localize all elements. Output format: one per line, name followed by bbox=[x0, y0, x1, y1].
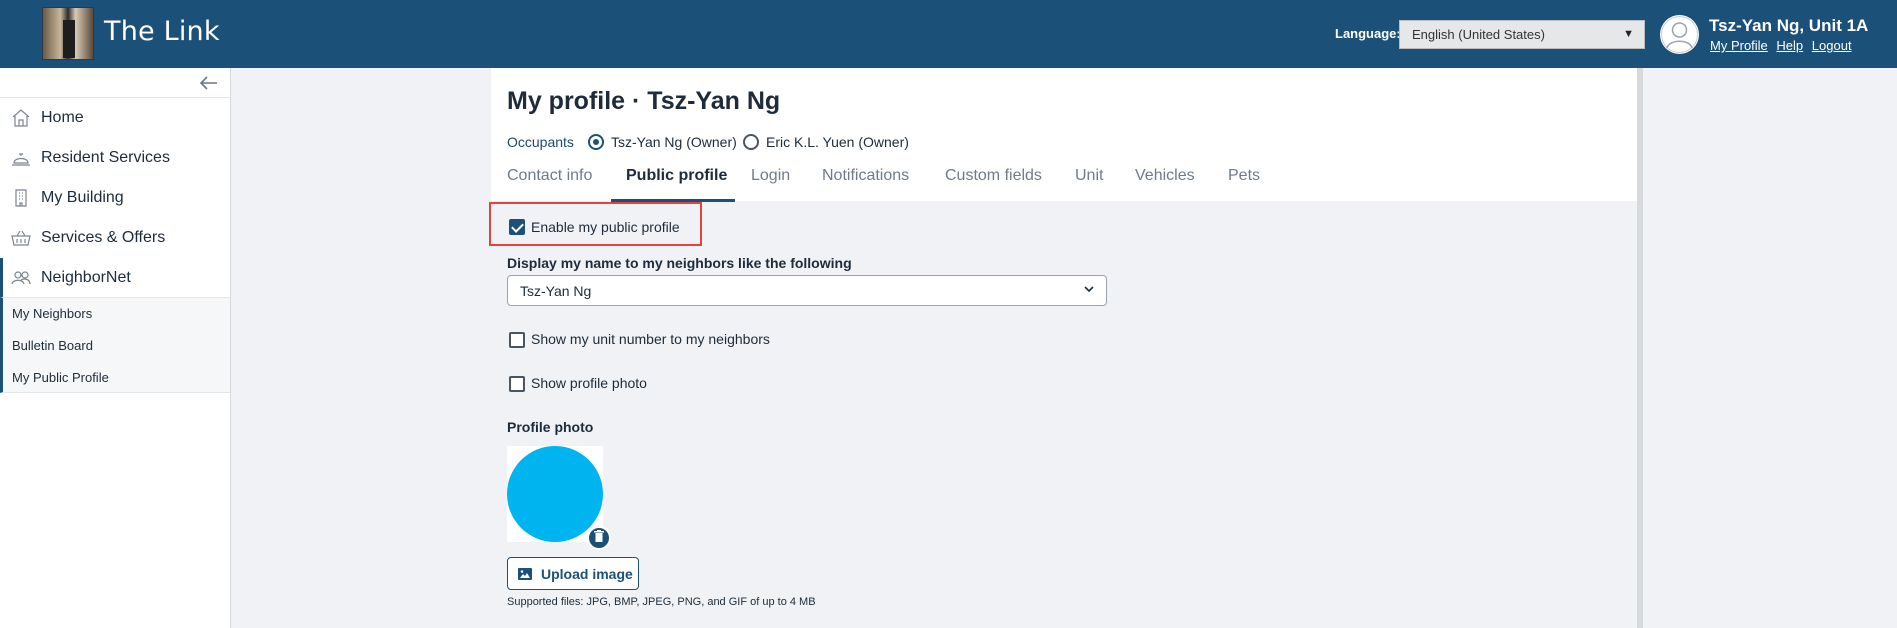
occupant-radio-tsz-yan[interactable] bbox=[588, 134, 604, 150]
submenu-item-my-public-profile[interactable]: My Public Profile bbox=[12, 370, 109, 385]
neighbornet-submenu: My Neighbors Bulletin Board My Public Pr… bbox=[0, 297, 230, 393]
help-link[interactable]: Help bbox=[1776, 38, 1803, 53]
sidebar: Home Resident Services My Building Servi… bbox=[0, 68, 231, 628]
show-photo-label[interactable]: Show profile photo bbox=[531, 375, 647, 391]
occupants-label: Occupants bbox=[507, 134, 574, 150]
language-value: English (United States) bbox=[1412, 27, 1545, 42]
sidebar-item-label: Services & Offers bbox=[41, 229, 166, 246]
sidebar-item-my-building[interactable]: My Building bbox=[0, 178, 230, 218]
top-header: The Link Language: English (United State… bbox=[0, 0, 1897, 68]
tab-unit[interactable]: Unit bbox=[1075, 167, 1103, 185]
sidebar-item-label: Home bbox=[41, 109, 84, 126]
chevron-down-icon bbox=[1082, 282, 1096, 299]
language-select[interactable]: English (United States) ▼ bbox=[1399, 20, 1645, 49]
tab-login[interactable]: Login bbox=[751, 167, 790, 185]
tab-pets[interactable]: Pets bbox=[1228, 167, 1260, 185]
people-icon bbox=[10, 267, 32, 289]
user-avatar-icon[interactable] bbox=[1660, 15, 1699, 54]
logo-image[interactable] bbox=[42, 7, 94, 60]
logout-link[interactable]: Logout bbox=[1812, 38, 1852, 53]
delete-photo-button[interactable] bbox=[587, 526, 611, 550]
home-icon bbox=[10, 107, 32, 129]
display-name-value: Tsz-Yan Ng bbox=[520, 283, 592, 299]
show-photo-checkbox[interactable] bbox=[509, 376, 525, 392]
occupant-label: Tsz-Yan Ng (Owner) bbox=[611, 134, 737, 150]
language-label: Language: bbox=[1335, 26, 1401, 41]
show-unit-checkbox[interactable] bbox=[509, 332, 525, 348]
user-links: My Profile Help Logout bbox=[1710, 38, 1857, 53]
scrollbar[interactable] bbox=[1637, 68, 1643, 628]
occupant-label: Eric K.L. Yuen (Owner) bbox=[766, 134, 909, 150]
upload-image-label: Upload image bbox=[541, 565, 633, 582]
tab-custom-fields[interactable]: Custom fields bbox=[945, 167, 1042, 185]
occupant-radio-eric[interactable] bbox=[743, 134, 759, 150]
display-name-select[interactable]: Tsz-Yan Ng bbox=[507, 275, 1107, 306]
sidebar-item-services-offers[interactable]: Services & Offers bbox=[0, 218, 230, 258]
show-unit-label[interactable]: Show my unit number to my neighbors bbox=[531, 331, 770, 347]
building-icon bbox=[10, 187, 32, 209]
profile-photo bbox=[507, 446, 603, 542]
tab-vehicles[interactable]: Vehicles bbox=[1135, 167, 1195, 185]
image-icon bbox=[518, 567, 532, 580]
sidebar-item-label: My Building bbox=[41, 189, 124, 206]
tab-notifications[interactable]: Notifications bbox=[822, 167, 909, 185]
collapse-sidebar-icon[interactable] bbox=[199, 74, 218, 95]
trash-icon bbox=[594, 529, 604, 547]
sidebar-item-resident-services[interactable]: Resident Services bbox=[0, 138, 230, 178]
enable-public-profile-checkbox[interactable] bbox=[509, 219, 525, 235]
caret-down-icon: ▼ bbox=[1623, 28, 1634, 40]
profile-photo-label: Profile photo bbox=[507, 419, 594, 435]
supported-files-note: Supported files: JPG, BMP, JPEG, PNG, an… bbox=[507, 596, 816, 608]
sidebar-item-neighbornet[interactable]: NeighborNet bbox=[0, 258, 230, 298]
sidebar-item-label: NeighborNet bbox=[41, 269, 131, 286]
brand-name[interactable]: The Link bbox=[104, 16, 220, 47]
tab-public-profile[interactable]: Public profile bbox=[626, 167, 727, 185]
submenu-item-bulletin-board[interactable]: Bulletin Board bbox=[12, 338, 93, 353]
display-name-label: Display my name to my neighbors like the… bbox=[507, 255, 852, 271]
tab-contact-info[interactable]: Contact info bbox=[507, 167, 592, 185]
page-title: My profile · Tsz-Yan Ng bbox=[507, 87, 781, 115]
bell-service-icon bbox=[10, 147, 32, 169]
enable-public-profile-label[interactable]: Enable my public profile bbox=[531, 219, 680, 235]
basket-icon bbox=[10, 227, 32, 249]
sidebar-item-home[interactable]: Home bbox=[0, 98, 230, 138]
sidebar-item-label: Resident Services bbox=[41, 149, 170, 166]
my-profile-link[interactable]: My Profile bbox=[1710, 38, 1768, 53]
submenu-item-my-neighbors[interactable]: My Neighbors bbox=[12, 306, 92, 321]
user-name: Tsz-Yan Ng, Unit 1A bbox=[1709, 16, 1869, 35]
upload-image-button[interactable]: Upload image bbox=[507, 557, 639, 590]
